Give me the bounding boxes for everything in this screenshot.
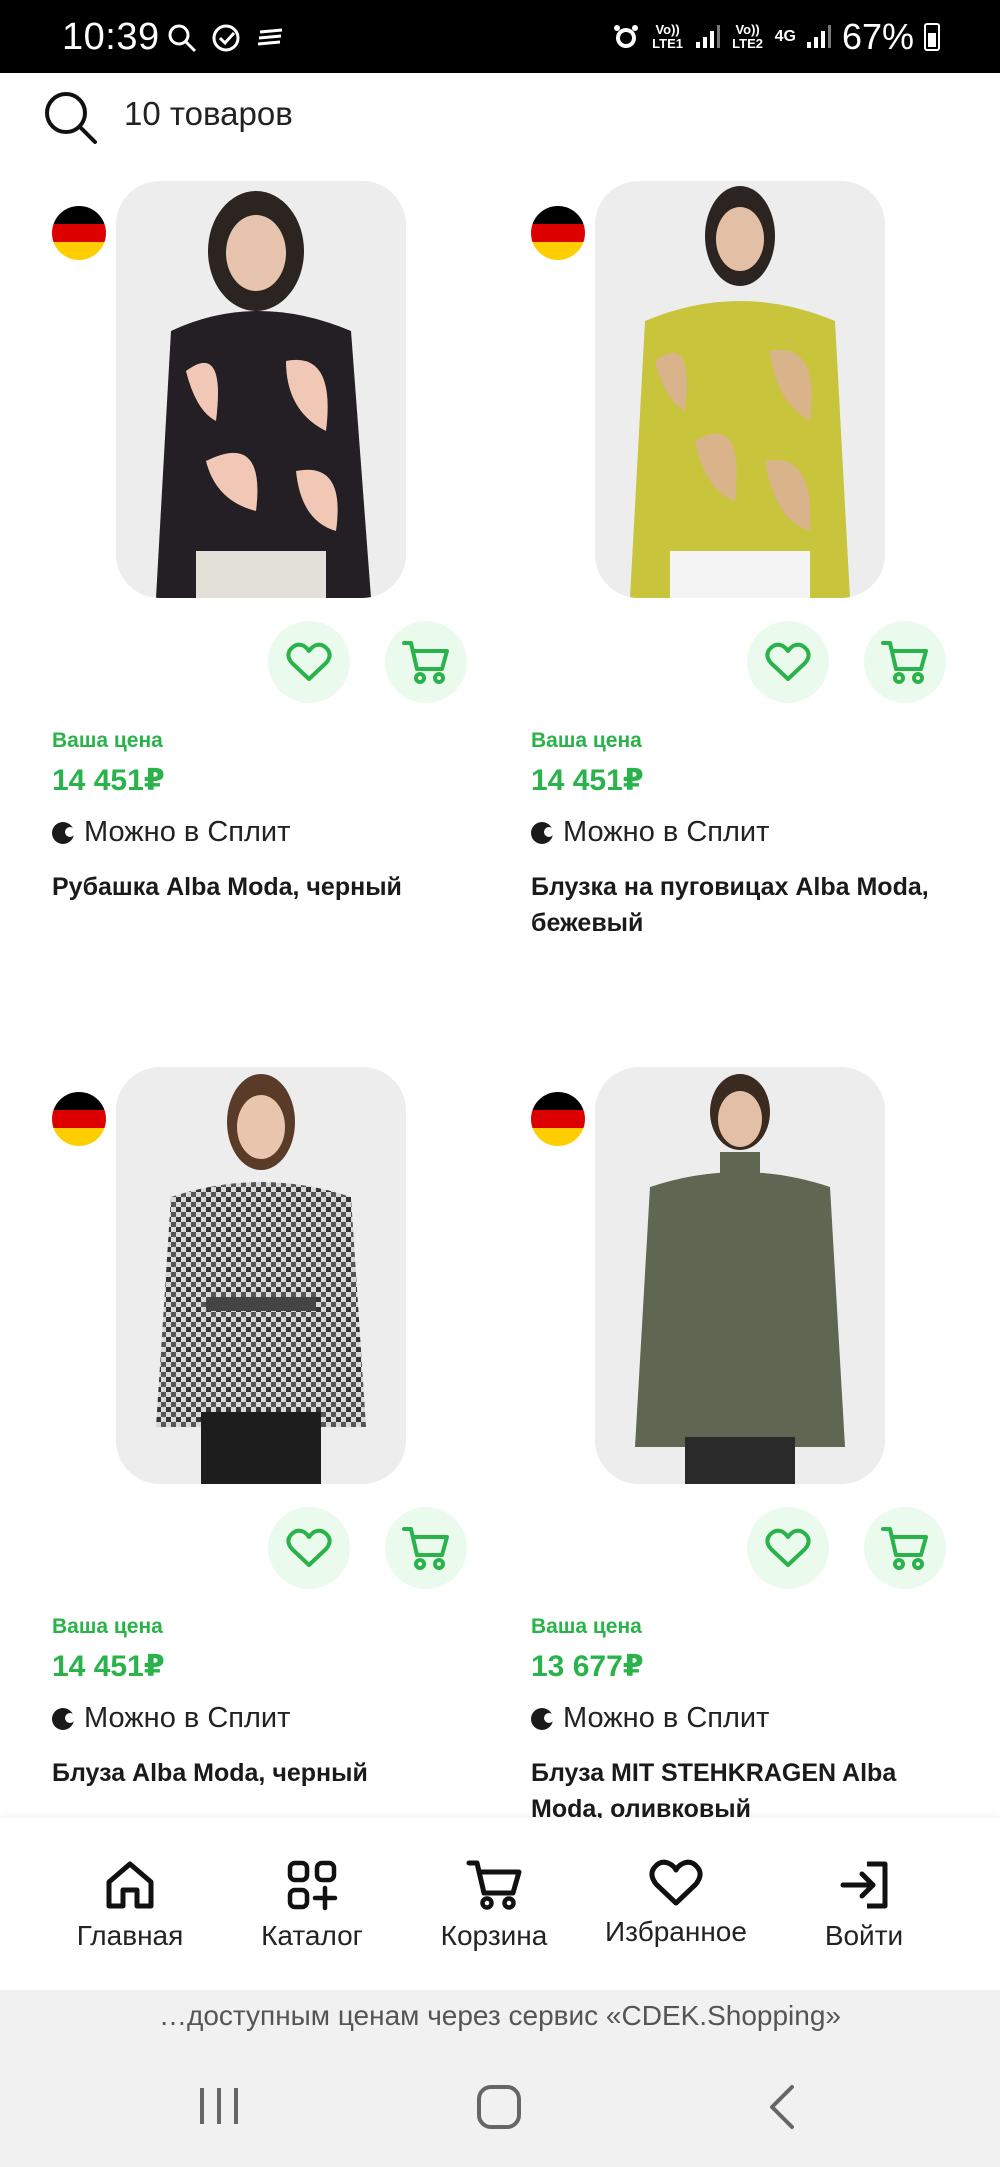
split-label: Можно в Сплит: [84, 816, 291, 848]
product-title[interactable]: Блузка на пуговицах Alba Moda, бежевый: [531, 869, 971, 941]
nav-login[interactable]: Войти: [774, 1858, 954, 1952]
home-system-icon[interactable]: [476, 2084, 522, 2130]
check-circle-icon: [212, 24, 240, 52]
clock: 10:39: [62, 16, 160, 58]
back-icon[interactable]: [764, 2084, 798, 2130]
your-price-label: Ваша цена: [531, 729, 642, 752]
nav-catalog-label: Каталог: [261, 1920, 363, 1951]
split-payment: Можно в Сплит: [52, 1702, 290, 1735]
split-payment: Можно в Сплит: [52, 816, 290, 849]
system-navigation-bar: [0, 2042, 1000, 2167]
add-to-cart-button[interactable]: [864, 1507, 946, 1589]
nav-favorites[interactable]: Избранное: [586, 1858, 766, 1948]
add-to-cart-button[interactable]: [385, 621, 467, 703]
add-to-cart-button[interactable]: [385, 1507, 467, 1589]
sim1-label: Vo)) LTE1: [652, 22, 683, 51]
cart-icon: [881, 641, 928, 684]
price: 14 451₽: [52, 764, 165, 797]
search-status-icon: [168, 24, 197, 53]
notes-icon: [257, 28, 283, 46]
login-icon: [840, 1861, 888, 1909]
nav-home-label: Главная: [76, 1920, 184, 1951]
split-icon: [52, 821, 75, 844]
alarm-icon: [613, 25, 638, 48]
sim2-label: Vo)) LTE2: [732, 22, 763, 51]
your-price-label: Ваша цена: [52, 1615, 163, 1638]
product-title[interactable]: Рубашка Alba Moda, черный: [52, 869, 492, 905]
price: 14 451₽: [52, 1650, 165, 1683]
split-icon: [531, 1707, 554, 1730]
nav-favorites-label: Избранное: [605, 1916, 747, 1947]
split-label: Можно в Сплит: [563, 1702, 770, 1734]
split-payment: Можно в Сплит: [531, 1702, 769, 1735]
split-label: Можно в Сплит: [563, 816, 770, 848]
product-image[interactable]: [595, 1067, 885, 1484]
heart-icon: [765, 1528, 811, 1567]
nav-login-label: Войти: [824, 1920, 904, 1951]
product-title[interactable]: Блуза Alba Moda, черный: [52, 1755, 492, 1791]
battery-percent: 67%: [841, 16, 914, 57]
split-label: Можно в Сплит: [84, 1702, 291, 1734]
favorite-button[interactable]: [268, 621, 350, 703]
nav-catalog[interactable]: Каталог: [222, 1858, 402, 1952]
germany-flag-icon: [531, 1092, 585, 1146]
results-count: 10 товаров: [124, 95, 293, 132]
your-price-label: Ваша цена: [531, 1615, 642, 1638]
price: 13 677₽: [531, 1650, 644, 1683]
catalog-grid-icon: [287, 1860, 338, 1911]
search-header: 10 товаров: [0, 73, 1000, 153]
recent-apps-icon[interactable]: [196, 2086, 242, 2126]
network-type: 4G: [774, 28, 796, 45]
price: 14 451₽: [531, 764, 644, 797]
heart-icon: [649, 1859, 703, 1906]
cart-icon: [466, 1860, 522, 1910]
your-price-label: Ваша цена: [52, 729, 163, 752]
product-title[interactable]: Блуза MIT STEHKRAGEN Alba Moda, оливковы…: [531, 1755, 971, 1827]
favorite-button[interactable]: [747, 1507, 829, 1589]
signal-icon-2: [806, 25, 831, 48]
search-icon[interactable]: [42, 89, 100, 147]
germany-flag-icon: [52, 1092, 106, 1146]
split-icon: [531, 821, 554, 844]
cart-icon: [402, 641, 449, 684]
heart-icon: [765, 642, 811, 681]
home-icon: [106, 1861, 154, 1909]
product-image[interactable]: [116, 1067, 406, 1484]
favorite-button[interactable]: [747, 621, 829, 703]
nav-cart-label: Корзина: [440, 1920, 548, 1951]
product-image[interactable]: [595, 181, 885, 598]
germany-flag-icon: [52, 206, 106, 260]
status-bar: 10:39 Vo)) LTE1 Vo)) LTE2 4G 67%: [0, 0, 1000, 73]
bottom-navigation: Главная Каталог Корзина Избранное Войти: [0, 1818, 1000, 1990]
favorite-button[interactable]: [268, 1507, 350, 1589]
product-image[interactable]: [116, 181, 406, 598]
split-payment: Можно в Сплит: [531, 816, 769, 849]
battery-icon: [924, 23, 940, 51]
cart-icon: [881, 1527, 928, 1570]
nav-home[interactable]: Главная: [40, 1858, 220, 1952]
cart-icon: [402, 1527, 449, 1570]
add-to-cart-button[interactable]: [864, 621, 946, 703]
signal-icon: [695, 25, 720, 48]
germany-flag-icon: [531, 206, 585, 260]
heart-icon: [286, 1528, 332, 1567]
heart-icon: [286, 642, 332, 681]
service-banner: …доступным ценам через сервис «CDEK.Shop…: [0, 1990, 1000, 2042]
nav-cart[interactable]: Корзина: [404, 1858, 584, 1952]
split-icon: [52, 1707, 75, 1730]
